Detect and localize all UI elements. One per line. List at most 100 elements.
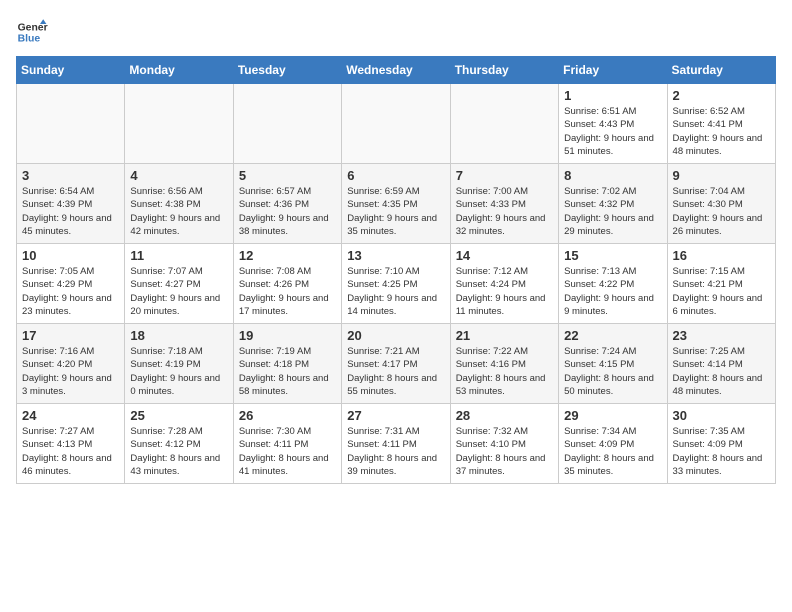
day-number: 9 bbox=[673, 168, 770, 183]
calendar-table: SundayMondayTuesdayWednesdayThursdayFrid… bbox=[16, 56, 776, 484]
weekday-header: Friday bbox=[559, 57, 667, 84]
day-number: 28 bbox=[456, 408, 553, 423]
day-number: 20 bbox=[347, 328, 444, 343]
calendar-cell: 22 Sunrise: 7:24 AM Sunset: 4:15 PM Dayli… bbox=[559, 324, 667, 404]
page-header: General Blue bbox=[16, 16, 776, 48]
calendar-cell: 30Sunrise: 7:35 AM Sunset: 4:09 PM Dayli… bbox=[667, 404, 775, 484]
calendar-cell: 12 Sunrise: 7:08 AM Sunset: 4:26 PM Dayli… bbox=[233, 244, 341, 324]
day-info: Sunrise: 6:54 AM Sunset: 4:39 PM Dayligh… bbox=[22, 185, 119, 238]
day-number: 12 bbox=[239, 248, 336, 263]
day-info: Sunrise: 7:12 AM Sunset: 4:24 PM Dayligh… bbox=[456, 265, 553, 318]
calendar-cell: 6 Sunrise: 6:59 AM Sunset: 4:35 PM Daylig… bbox=[342, 164, 450, 244]
calendar-cell: 15 Sunrise: 7:13 AM Sunset: 4:22 PM Dayli… bbox=[559, 244, 667, 324]
day-number: 25 bbox=[130, 408, 227, 423]
day-info: Sunrise: 7:07 AM Sunset: 4:27 PM Dayligh… bbox=[130, 265, 227, 318]
day-number: 17 bbox=[22, 328, 119, 343]
weekday-header: Sunday bbox=[17, 57, 125, 84]
weekday-header: Saturday bbox=[667, 57, 775, 84]
day-number: 18 bbox=[130, 328, 227, 343]
day-info: Sunrise: 7:32 AM Sunset: 4:10 PM Dayligh… bbox=[456, 425, 553, 478]
calendar-cell: 4 Sunrise: 6:56 AM Sunset: 4:38 PM Daylig… bbox=[125, 164, 233, 244]
calendar-cell: 27Sunrise: 7:31 AM Sunset: 4:11 PM Dayli… bbox=[342, 404, 450, 484]
calendar-cell: 9 Sunrise: 7:04 AM Sunset: 4:30 PM Daylig… bbox=[667, 164, 775, 244]
calendar-cell: 21 Sunrise: 7:22 AM Sunset: 4:16 PM Dayli… bbox=[450, 324, 558, 404]
calendar-cell: 29 Sunrise: 7:34 AM Sunset: 4:09 PM Dayli… bbox=[559, 404, 667, 484]
day-info: Sunrise: 7:19 AM Sunset: 4:18 PM Dayligh… bbox=[239, 345, 336, 398]
day-info: Sunrise: 7:30 AM Sunset: 4:11 PM Dayligh… bbox=[239, 425, 336, 478]
day-number: 8 bbox=[564, 168, 661, 183]
day-number: 23 bbox=[673, 328, 770, 343]
calendar-cell: 5 Sunrise: 6:57 AM Sunset: 4:36 PM Daylig… bbox=[233, 164, 341, 244]
weekday-header-row: SundayMondayTuesdayWednesdayThursdayFrid… bbox=[17, 57, 776, 84]
day-info: Sunrise: 6:56 AM Sunset: 4:38 PM Dayligh… bbox=[130, 185, 227, 238]
day-info: Sunrise: 7:16 AM Sunset: 4:20 PM Dayligh… bbox=[22, 345, 119, 398]
calendar-cell: 2 Sunrise: 6:52 AM Sunset: 4:41 PM Daylig… bbox=[667, 84, 775, 164]
calendar-week-row: 1Sunrise: 6:51 AM Sunset: 4:43 PM Daylig… bbox=[17, 84, 776, 164]
day-info: Sunrise: 6:57 AM Sunset: 4:36 PM Dayligh… bbox=[239, 185, 336, 238]
calendar-week-row: 10 Sunrise: 7:05 AM Sunset: 4:29 PM Dayli… bbox=[17, 244, 776, 324]
calendar-cell: 1Sunrise: 6:51 AM Sunset: 4:43 PM Daylig… bbox=[559, 84, 667, 164]
day-number: 21 bbox=[456, 328, 553, 343]
calendar-week-row: 3 Sunrise: 6:54 AM Sunset: 4:39 PM Daylig… bbox=[17, 164, 776, 244]
calendar-cell: 18Sunrise: 7:18 AM Sunset: 4:19 PM Dayli… bbox=[125, 324, 233, 404]
calendar-cell bbox=[233, 84, 341, 164]
day-info: Sunrise: 7:05 AM Sunset: 4:29 PM Dayligh… bbox=[22, 265, 119, 318]
calendar-cell bbox=[450, 84, 558, 164]
weekday-header: Thursday bbox=[450, 57, 558, 84]
day-number: 22 bbox=[564, 328, 661, 343]
calendar-cell: 14 Sunrise: 7:12 AM Sunset: 4:24 PM Dayli… bbox=[450, 244, 558, 324]
day-number: 3 bbox=[22, 168, 119, 183]
calendar-cell: 25 Sunrise: 7:28 AM Sunset: 4:12 PM Dayli… bbox=[125, 404, 233, 484]
day-info: Sunrise: 7:34 AM Sunset: 4:09 PM Dayligh… bbox=[564, 425, 661, 478]
day-number: 7 bbox=[456, 168, 553, 183]
day-number: 30 bbox=[673, 408, 770, 423]
calendar-cell: 10 Sunrise: 7:05 AM Sunset: 4:29 PM Dayli… bbox=[17, 244, 125, 324]
logo-icon: General Blue bbox=[16, 16, 48, 48]
day-info: Sunrise: 7:13 AM Sunset: 4:22 PM Dayligh… bbox=[564, 265, 661, 318]
day-number: 14 bbox=[456, 248, 553, 263]
day-number: 15 bbox=[564, 248, 661, 263]
day-info: Sunrise: 7:27 AM Sunset: 4:13 PM Dayligh… bbox=[22, 425, 119, 478]
svg-text:Blue: Blue bbox=[18, 34, 41, 45]
day-info: Sunrise: 7:00 AM Sunset: 4:33 PM Dayligh… bbox=[456, 185, 553, 238]
day-info: Sunrise: 7:21 AM Sunset: 4:17 PM Dayligh… bbox=[347, 345, 444, 398]
calendar-cell: 8Sunrise: 7:02 AM Sunset: 4:32 PM Daylig… bbox=[559, 164, 667, 244]
calendar-cell: 26Sunrise: 7:30 AM Sunset: 4:11 PM Dayli… bbox=[233, 404, 341, 484]
day-info: Sunrise: 6:52 AM Sunset: 4:41 PM Dayligh… bbox=[673, 105, 770, 158]
day-info: Sunrise: 7:28 AM Sunset: 4:12 PM Dayligh… bbox=[130, 425, 227, 478]
calendar-cell: 24 Sunrise: 7:27 AM Sunset: 4:13 PM Dayli… bbox=[17, 404, 125, 484]
day-info: Sunrise: 7:04 AM Sunset: 4:30 PM Dayligh… bbox=[673, 185, 770, 238]
day-number: 24 bbox=[22, 408, 119, 423]
calendar-cell: 11 Sunrise: 7:07 AM Sunset: 4:27 PM Dayli… bbox=[125, 244, 233, 324]
day-number: 4 bbox=[130, 168, 227, 183]
day-number: 29 bbox=[564, 408, 661, 423]
day-info: Sunrise: 6:51 AM Sunset: 4:43 PM Dayligh… bbox=[564, 105, 661, 158]
day-number: 16 bbox=[673, 248, 770, 263]
day-number: 5 bbox=[239, 168, 336, 183]
day-number: 2 bbox=[673, 88, 770, 103]
calendar-cell: 7 Sunrise: 7:00 AM Sunset: 4:33 PM Daylig… bbox=[450, 164, 558, 244]
day-info: Sunrise: 7:08 AM Sunset: 4:26 PM Dayligh… bbox=[239, 265, 336, 318]
day-info: Sunrise: 7:15 AM Sunset: 4:21 PM Dayligh… bbox=[673, 265, 770, 318]
day-info: Sunrise: 7:22 AM Sunset: 4:16 PM Dayligh… bbox=[456, 345, 553, 398]
day-number: 13 bbox=[347, 248, 444, 263]
calendar-cell: 23 Sunrise: 7:25 AM Sunset: 4:14 PM Dayli… bbox=[667, 324, 775, 404]
calendar-cell: 28 Sunrise: 7:32 AM Sunset: 4:10 PM Dayli… bbox=[450, 404, 558, 484]
weekday-header: Wednesday bbox=[342, 57, 450, 84]
day-number: 6 bbox=[347, 168, 444, 183]
calendar-cell: 13Sunrise: 7:10 AM Sunset: 4:25 PM Dayli… bbox=[342, 244, 450, 324]
calendar-cell bbox=[17, 84, 125, 164]
day-info: Sunrise: 6:59 AM Sunset: 4:35 PM Dayligh… bbox=[347, 185, 444, 238]
calendar-cell: 17 Sunrise: 7:16 AM Sunset: 4:20 PM Dayli… bbox=[17, 324, 125, 404]
day-number: 10 bbox=[22, 248, 119, 263]
calendar-cell: 20 Sunrise: 7:21 AM Sunset: 4:17 PM Dayli… bbox=[342, 324, 450, 404]
calendar-cell: 3 Sunrise: 6:54 AM Sunset: 4:39 PM Daylig… bbox=[17, 164, 125, 244]
calendar-week-row: 24 Sunrise: 7:27 AM Sunset: 4:13 PM Dayli… bbox=[17, 404, 776, 484]
weekday-header: Monday bbox=[125, 57, 233, 84]
calendar-cell: 19 Sunrise: 7:19 AM Sunset: 4:18 PM Dayli… bbox=[233, 324, 341, 404]
day-number: 11 bbox=[130, 248, 227, 263]
day-info: Sunrise: 7:24 AM Sunset: 4:15 PM Dayligh… bbox=[564, 345, 661, 398]
logo: General Blue bbox=[16, 16, 50, 48]
day-number: 19 bbox=[239, 328, 336, 343]
day-info: Sunrise: 7:25 AM Sunset: 4:14 PM Dayligh… bbox=[673, 345, 770, 398]
